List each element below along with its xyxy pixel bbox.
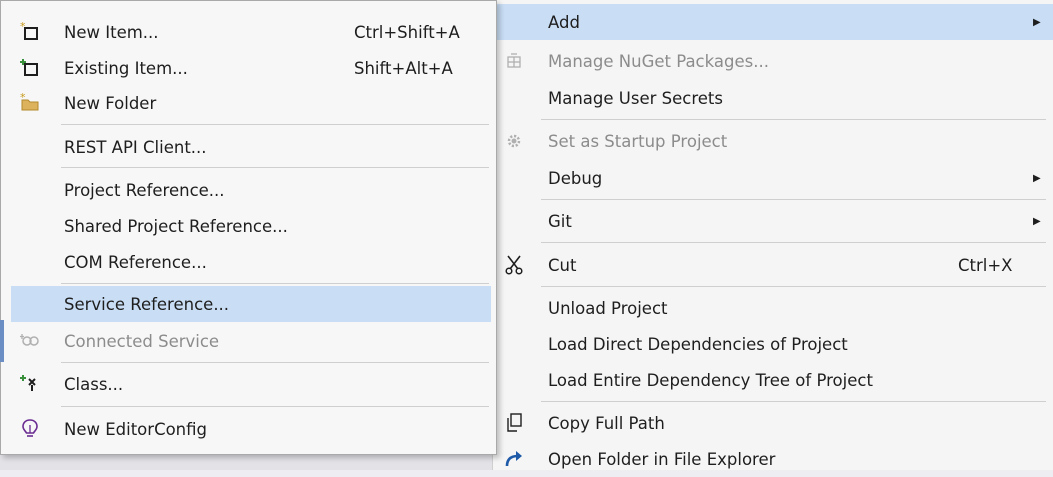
scissors-icon	[503, 254, 525, 276]
submenu-item-service-reference[interactable]: Service Reference...	[11, 286, 491, 322]
class-icon	[19, 373, 41, 395]
menu-item-label: Manage User Secrets	[548, 88, 723, 108]
open-folder-arrow-icon	[503, 448, 525, 470]
svg-text:*: *	[20, 93, 26, 104]
submenu-item-connected-service[interactable]: Connected Service	[11, 323, 491, 359]
submenu-item-new-editorconfig[interactable]: New EditorConfig	[11, 411, 491, 447]
menu-item-label: Add	[548, 12, 580, 32]
menu-item-label: Debug	[548, 168, 603, 188]
menu-item-label: Unload Project	[548, 298, 668, 318]
menu-item-label: Cut	[548, 255, 577, 275]
menu-item-label: REST API Client...	[64, 137, 207, 157]
menu-separator	[541, 242, 1046, 243]
menu-item-open-in-explorer[interactable]: Open Folder in File Explorer	[493, 441, 1053, 477]
menu-separator	[61, 406, 489, 407]
menu-item-load-direct-deps[interactable]: Load Direct Dependencies of Project	[493, 326, 1053, 362]
background-panel	[0, 455, 492, 470]
gear-icon	[503, 130, 525, 152]
menu-item-label: Manage NuGet Packages...	[548, 51, 769, 71]
submenu-item-new-item[interactable]: * New Item... Ctrl+Shift+A	[11, 14, 491, 50]
menu-item-label: Shared Project Reference...	[64, 216, 288, 236]
svg-text:*: *	[20, 22, 26, 33]
menu-item-label: Open Folder in File Explorer	[548, 449, 776, 469]
menu-item-label: New Item...	[64, 22, 159, 42]
menu-item-load-dependency-tree[interactable]: Load Entire Dependency Tree of Project	[493, 362, 1053, 398]
menu-separator	[541, 199, 1046, 200]
new-item-icon: *	[19, 21, 41, 43]
submenu-item-project-reference[interactable]: Project Reference...	[11, 172, 491, 208]
existing-item-icon	[19, 57, 41, 79]
submenu-arrow-icon: ▶	[1033, 215, 1041, 227]
nuget-package-icon	[503, 50, 525, 72]
menu-item-label: Git	[548, 211, 572, 231]
menu-item-manage-nuget[interactable]: Manage NuGet Packages...	[493, 43, 1053, 79]
menu-separator	[61, 167, 489, 168]
menu-item-label: Load Entire Dependency Tree of Project	[548, 370, 873, 390]
shortcut-text: Ctrl+X	[958, 255, 1013, 275]
menu-separator	[541, 286, 1046, 287]
menu-item-label: Connected Service	[64, 331, 220, 351]
submenu-item-rest-api-client[interactable]: REST API Client...	[11, 129, 491, 165]
menu-item-cut[interactable]: Cut Ctrl+X	[493, 247, 1053, 283]
menu-item-label: Class...	[64, 374, 124, 394]
menu-item-copy-full-path[interactable]: Copy Full Path	[493, 405, 1053, 441]
menu-item-label: Set as Startup Project	[548, 131, 728, 151]
shortcut-text: Shift+Alt+A	[354, 58, 453, 78]
menu-item-unload-project[interactable]: Unload Project	[493, 290, 1053, 326]
lightbulb-icon	[19, 418, 41, 440]
submenu-item-existing-item[interactable]: Existing Item... Shift+Alt+A	[11, 50, 491, 86]
background-selection-marker	[0, 320, 4, 362]
menu-separator	[61, 124, 489, 125]
menu-separator	[61, 283, 489, 284]
submenu-arrow-icon: ▶	[1033, 16, 1041, 28]
menu-item-git[interactable]: Git ▶	[493, 203, 1053, 239]
menu-item-add[interactable]: Add ▶	[493, 4, 1053, 40]
menu-item-set-startup[interactable]: Set as Startup Project	[493, 123, 1053, 159]
copy-icon	[503, 412, 525, 434]
submenu-item-shared-project-reference[interactable]: Shared Project Reference...	[11, 208, 491, 244]
menu-item-label: Existing Item...	[64, 58, 188, 78]
menu-item-manage-user-secrets[interactable]: Manage User Secrets	[493, 80, 1053, 116]
add-submenu: * New Item... Ctrl+Shift+A Existing Item…	[0, 0, 497, 455]
menu-item-debug[interactable]: Debug ▶	[493, 160, 1053, 196]
submenu-item-com-reference[interactable]: COM Reference...	[11, 244, 491, 280]
submenu-arrow-icon: ▶	[1033, 172, 1041, 184]
new-folder-icon: *	[19, 92, 41, 114]
submenu-item-new-folder[interactable]: * New Folder	[11, 85, 491, 121]
menu-item-label: Copy Full Path	[548, 413, 665, 433]
project-context-menu: Add ▶ Manage NuGet Packages... Manage Us…	[492, 0, 1053, 470]
menu-separator	[541, 119, 1046, 120]
connected-service-icon	[19, 330, 41, 352]
menu-item-label: Load Direct Dependencies of Project	[548, 334, 848, 354]
menu-item-label: COM Reference...	[64, 252, 207, 272]
menu-separator	[61, 362, 489, 363]
menu-item-label: Service Reference...	[64, 294, 230, 314]
submenu-item-class[interactable]: Class...	[11, 366, 491, 402]
shortcut-text: Ctrl+Shift+A	[354, 22, 460, 42]
menu-item-label: Project Reference...	[64, 180, 225, 200]
menu-separator	[541, 401, 1046, 402]
menu-item-label: New EditorConfig	[64, 419, 208, 439]
menu-item-label: New Folder	[64, 93, 157, 113]
